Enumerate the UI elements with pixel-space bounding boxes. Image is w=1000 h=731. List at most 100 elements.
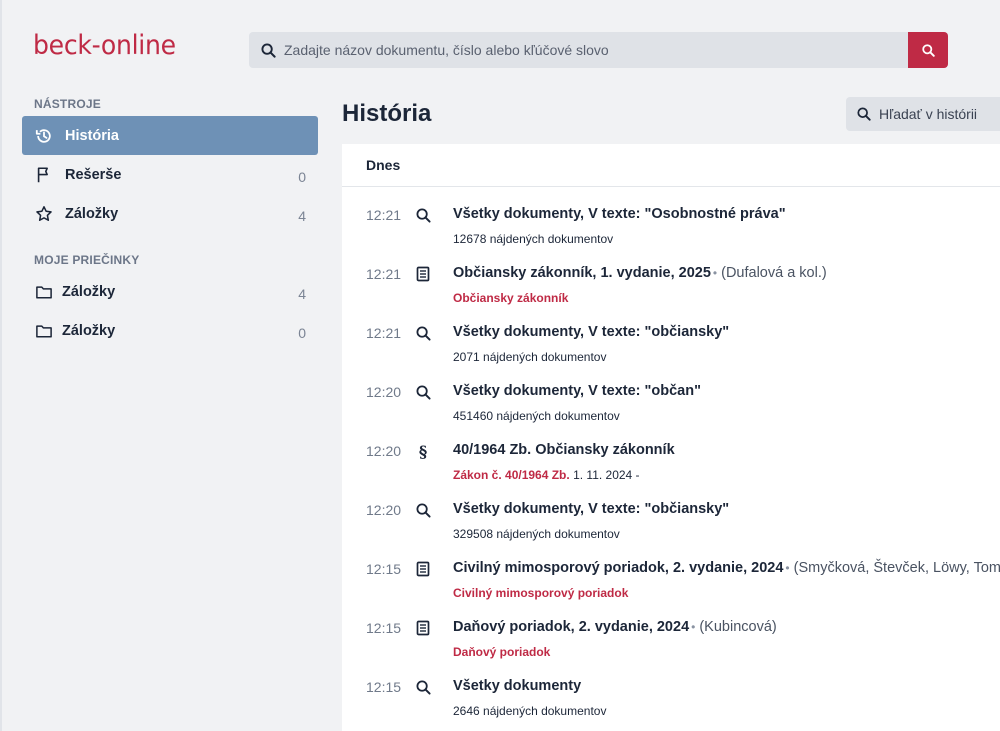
history-entry[interactable]: 12:21 Občiansky zákonník, 1. vydanie, 202… <box>342 262 1000 321</box>
entry-title-text: Všetky dokumenty <box>453 678 582 694</box>
history-entry[interactable]: 12:21 Všetky dokumenty, V texte: "občians… <box>342 321 1000 380</box>
entry-subtitle-text: Civilný mimosporový poriadok <box>453 586 629 600</box>
entry-subtitle: 329508 nájdených dokumentov <box>453 527 620 541</box>
entry-title[interactable]: Všetky dokumenty, V texte: "občiansky" <box>453 324 729 340</box>
entry-subtitle: Civilný mimosporový poriadok <box>453 586 628 600</box>
search-submit-button[interactable] <box>908 32 948 68</box>
global-search-input[interactable] <box>284 32 908 68</box>
search-icon <box>414 324 432 342</box>
history-entry[interactable]: 12:15 Daňový poriadok, 2. vydanie, 2024 •(… <box>342 616 1000 675</box>
entry-subtitle: Občiansky zákonník <box>453 291 568 305</box>
entry-title-text: Daňový poriadok, 2. vydanie, 2024 <box>453 619 690 635</box>
history-entry[interactable]: 12:15 Všetky dokumenty 2646 nájdených doku… <box>342 675 1000 731</box>
entry-time: 12:20 <box>366 502 402 518</box>
beck-online-logo[interactable]: beck-online <box>33 30 176 61</box>
sidebar-item-count: 4 <box>298 285 306 302</box>
sidebar-item-count: 0 <box>298 324 306 341</box>
history-icon <box>34 126 54 146</box>
entry-title-text: Všetky dokumenty, V texte: "občiansky" <box>453 324 730 340</box>
entry-time: 12:15 <box>366 561 402 577</box>
search-icon <box>414 501 432 519</box>
history-card: Dnes 12:21 Všetky dokumenty, V texte: "Os… <box>342 144 1000 731</box>
sidebar-item-label: Záložky <box>62 322 116 339</box>
entry-subtitle-text: Daňový poriadok <box>453 645 551 659</box>
sidebar-item-historia[interactable]: História <box>22 116 318 155</box>
sidebar: NÁSTROJE História Rešerše 0 Záložky 4 MO… <box>22 92 318 350</box>
book-icon <box>414 265 432 283</box>
entry-time: 12:21 <box>366 325 402 341</box>
history-entry[interactable]: 12:15 Civilný mimosporový poriadok, 2. vy… <box>342 557 1000 616</box>
entry-title-text: Civilný mimosporový poriadok, 2. vydanie… <box>453 560 784 576</box>
entry-title-text: 40/1964 Zb. Občiansky zákonník <box>453 442 675 458</box>
history-search-input[interactable] <box>879 106 999 122</box>
entry-time: 12:21 <box>366 266 402 282</box>
sidebar-folder-zalozky-2[interactable]: Záložky 0 <box>22 311 318 350</box>
sidebar-item-label: Rešerše <box>65 166 122 183</box>
separator-dot: • <box>785 561 790 575</box>
history-entry[interactable]: 12:20 Všetky dokumenty, V texte: "občians… <box>342 498 1000 557</box>
tools-section-title: NÁSTROJE <box>34 97 101 111</box>
entry-time: 12:20 <box>366 443 402 459</box>
history-search-bar <box>846 97 1000 131</box>
entry-time: 12:15 <box>366 620 402 636</box>
entry-title[interactable]: Všetky dokumenty, V texte: "Osobnostné p… <box>453 206 786 222</box>
folder-icon <box>34 282 54 302</box>
sidebar-item-count: 0 <box>298 168 306 185</box>
folders-section-title: MOJE PRIEČINKY <box>34 253 140 267</box>
star-icon <box>34 204 54 224</box>
entry-subtitle: 12678 nájdených dokumentov <box>453 232 613 246</box>
book-icon <box>414 560 432 578</box>
entry-title[interactable]: Civilný mimosporový poriadok, 2. vydanie… <box>453 560 1000 576</box>
entry-time: 12:20 <box>366 384 402 400</box>
entry-authors: (Kubincová) <box>699 619 777 635</box>
entry-title-text: Občiansky zákonník, 1. vydanie, 2025 <box>453 265 711 281</box>
separator-dot: • <box>712 266 718 280</box>
entry-subtitle: 451460 nájdených dokumentov <box>453 409 620 423</box>
paragraph-icon: § <box>418 441 428 461</box>
entry-subtitle: Daňový poriadok <box>453 645 550 659</box>
entry-subtitle-text: 451460 nájdených dokumentov <box>453 409 620 423</box>
entry-title-text: Všetky dokumenty, V texte: "občan" <box>453 383 701 399</box>
sidebar-folder-zalozky-1[interactable]: Záložky 4 <box>22 272 318 311</box>
sidebar-item-zalozky[interactable]: Záložky 4 <box>22 194 318 233</box>
folder-icon <box>34 321 54 341</box>
flag-icon <box>34 165 54 185</box>
sidebar-item-count: 4 <box>298 207 306 224</box>
entry-validity: 1. 11. 2024 - <box>573 468 640 482</box>
entry-title[interactable]: Všetky dokumenty <box>453 678 581 694</box>
entry-time: 12:21 <box>366 207 402 223</box>
entry-title[interactable]: Všetky dokumenty, V texte: "občiansky" <box>453 501 729 517</box>
entry-subtitle-text: 329508 nájdených dokumentov <box>453 527 620 541</box>
search-icon <box>414 678 432 696</box>
entry-subtitle-text: Zákon č. 40/1964 Zb. <box>453 468 570 482</box>
history-list: 12:21 Všetky dokumenty, V texte: "Osobnos… <box>342 187 1000 731</box>
search-icon <box>849 97 879 131</box>
entry-subtitle: 2646 nájdených dokumentov <box>453 704 606 718</box>
entry-subtitle: Zákon č. 40/1964 Zb. 1. 11. 2024 - <box>453 468 640 482</box>
entry-title-text: Všetky dokumenty, V texte: "občiansky" <box>453 501 730 517</box>
entry-time: 12:15 <box>366 679 402 695</box>
page-title: História <box>342 100 432 127</box>
entry-subtitle-text: 2646 nájdených dokumentov <box>453 704 607 718</box>
search-icon <box>414 206 432 224</box>
entry-authors: (Dufalová a kol.) <box>721 265 827 281</box>
history-entry[interactable]: 12:20 § 40/1964 Zb. Občiansky zákonník Záko… <box>342 439 1000 498</box>
separator-dot: • <box>691 620 696 634</box>
history-entry[interactable]: 12:21 Všetky dokumenty, V texte: "Osobnos… <box>342 203 1000 262</box>
entry-title[interactable]: Daňový poriadok, 2. vydanie, 2024 • (Kubin… <box>453 619 777 635</box>
entry-title[interactable]: Všetky dokumenty, V texte: "občan" <box>453 383 701 399</box>
entry-title-text: Všetky dokumenty, V texte: "Osobnostné p… <box>453 206 786 222</box>
history-entry[interactable]: 12:20 Všetky dokumenty, V texte: "občan" 4… <box>342 380 1000 439</box>
entry-subtitle-text: Občiansky zákonník <box>453 291 569 305</box>
day-header: Dnes <box>342 144 1000 187</box>
search-icon <box>414 383 432 401</box>
entry-title[interactable]: Občiansky zákonník, 1. vydanie, 2025 • (Du… <box>453 265 827 281</box>
entry-title[interactable]: 40/1964 Zb. Občiansky zákonník <box>453 442 675 458</box>
entry-authors: (Smyčková, Števček, Löwy, Tomašovič <box>793 560 1000 576</box>
sidebar-item-label: Záložky <box>62 283 116 300</box>
sidebar-item-label: História <box>65 127 119 144</box>
sidebar-item-label: Záložky <box>65 205 119 222</box>
search-icon <box>252 32 284 68</box>
left-edge-divider <box>0 0 2 731</box>
sidebar-item-reserse[interactable]: Rešerše 0 <box>22 155 318 194</box>
